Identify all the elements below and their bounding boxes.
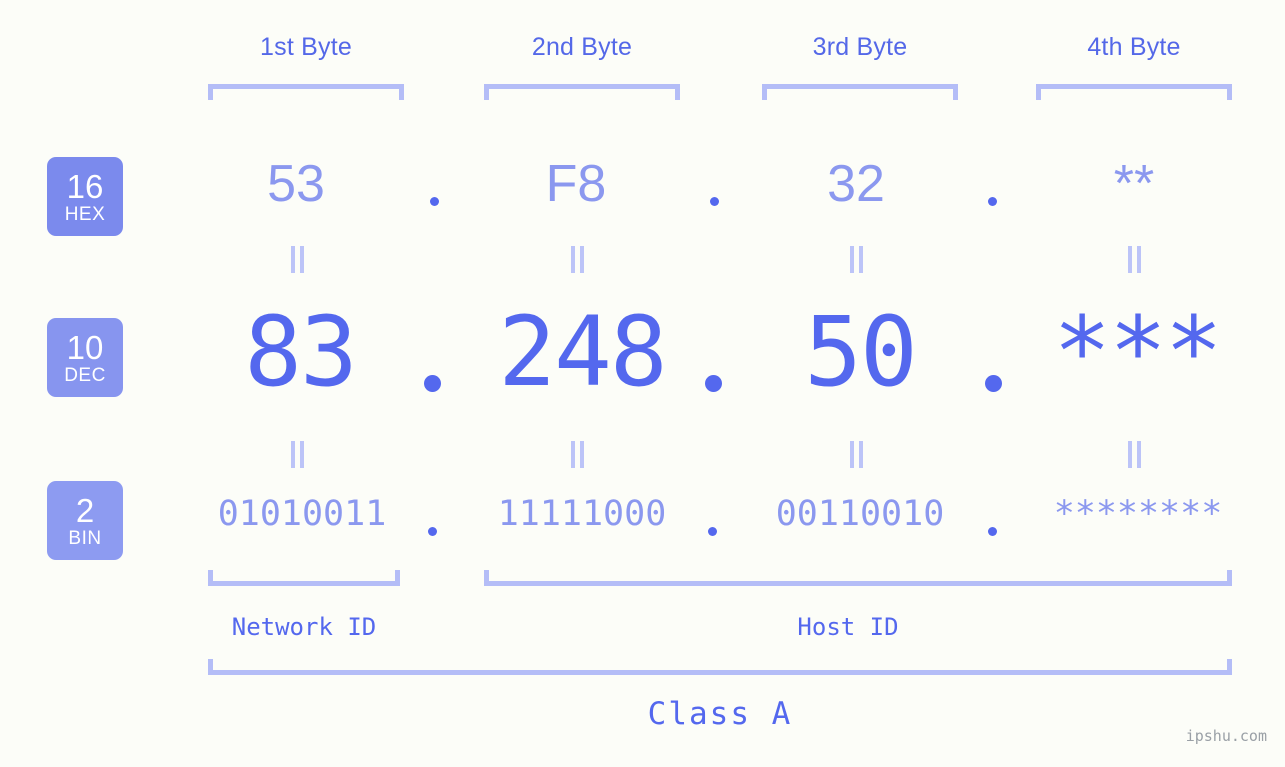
base-badge-hex-number: 16: [66, 167, 104, 205]
site-watermark: ipshu.com: [1185, 727, 1267, 745]
hex-octet-3: 32: [827, 155, 885, 213]
host-id-bracket: [484, 570, 1232, 586]
base-badge-bin-number: 2: [75, 491, 95, 529]
hex-octet-1: 53: [267, 155, 325, 213]
dec-octet-1: 83: [244, 296, 358, 408]
bin-octet-3: 00110010: [775, 494, 945, 534]
bin-separator-1: [428, 527, 437, 536]
dec-separator-3: [985, 375, 1002, 392]
hex-separator-3: [988, 197, 997, 206]
class-label: Class A: [647, 696, 793, 732]
base-badge-dec: 10 DEC: [47, 318, 123, 397]
ip-address-breakdown-diagram: 1st Byte 2nd Byte 3rd Byte 4th Byte 16 H…: [0, 0, 1285, 767]
base-badge-bin-name: BIN: [68, 527, 102, 549]
hex-separator-1: [430, 197, 439, 206]
byte-header-2: 2nd Byte: [531, 33, 633, 61]
equals-icon-8: [1128, 441, 1141, 468]
byte-header-1: 1st Byte: [260, 33, 352, 61]
base-badge-hex-name: HEX: [64, 203, 106, 225]
equals-icon-7: [850, 441, 863, 468]
dec-octet-3: 50: [804, 296, 918, 408]
bin-octet-4: ********: [1053, 494, 1223, 534]
bin-separator-2: [708, 527, 717, 536]
class-bracket: [208, 659, 1232, 675]
byte-bracket-4: [1036, 84, 1232, 100]
hex-octet-4: **: [1113, 155, 1155, 213]
base-badge-bin: 2 BIN: [47, 481, 123, 560]
equals-icon-2: [571, 246, 584, 273]
bin-octet-1: 01010011: [217, 494, 387, 534]
base-badge-dec-number: 10: [66, 328, 104, 366]
bin-separator-3: [988, 527, 997, 536]
equals-icon-4: [1128, 246, 1141, 273]
dec-octet-2: 248: [498, 296, 667, 408]
byte-bracket-3: [762, 84, 958, 100]
byte-bracket-2: [484, 84, 680, 100]
base-badge-dec-name: DEC: [64, 364, 106, 386]
hex-octet-2: F8: [545, 155, 607, 213]
host-id-label: Host ID: [797, 613, 899, 641]
dec-octet-4: ***: [1053, 296, 1222, 408]
equals-icon-1: [291, 246, 304, 273]
bin-octet-2: 11111000: [497, 494, 667, 534]
equals-icon-6: [571, 441, 584, 468]
equals-icon-5: [291, 441, 304, 468]
byte-header-4: 4th Byte: [1087, 33, 1181, 61]
dec-separator-2: [705, 375, 722, 392]
byte-bracket-1: [208, 84, 404, 100]
byte-header-3: 3rd Byte: [812, 33, 908, 61]
network-id-bracket: [208, 570, 400, 586]
dec-separator-1: [424, 375, 441, 392]
base-badge-hex: 16 HEX: [47, 157, 123, 236]
network-id-label: Network ID: [231, 613, 377, 641]
equals-icon-3: [850, 246, 863, 273]
hex-separator-2: [710, 197, 719, 206]
